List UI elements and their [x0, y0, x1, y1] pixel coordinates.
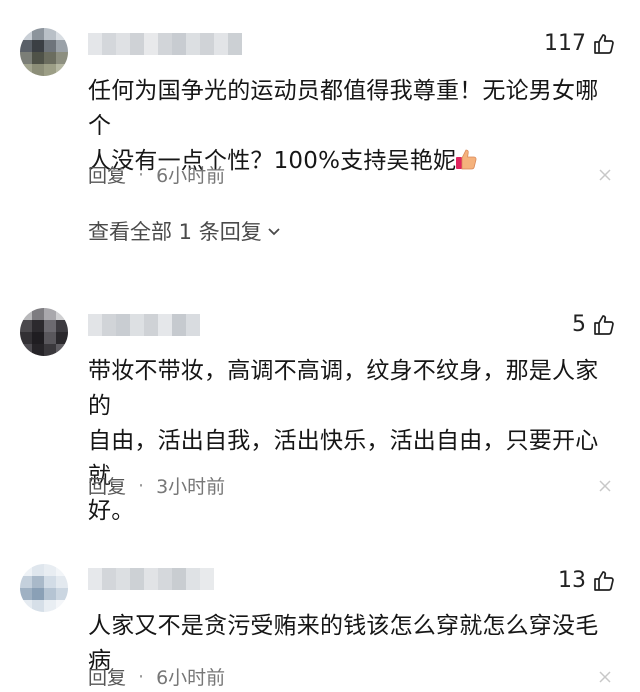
like-count: 117	[544, 31, 586, 56]
comment-text: 带妆不带妆，高调不高调，纹身不纹身，那是人家的 自由，活出自我，活出快乐，活出自…	[88, 354, 618, 529]
like-count: 5	[572, 312, 586, 337]
comment-meta: 回复 · 6小时前	[88, 663, 225, 690]
reply-button[interactable]: 回复	[88, 472, 126, 499]
thumbs-up-icon	[594, 33, 614, 54]
username-blurred[interactable]	[88, 568, 214, 590]
username-blurred[interactable]	[88, 314, 200, 336]
comment-line: 任何为国争光的运动员都值得我尊重！无论男女哪个	[88, 78, 599, 139]
timestamp: 3小时前	[156, 476, 226, 498]
separator-dot: ·	[138, 474, 145, 497]
thumbs-up-icon	[594, 314, 614, 335]
comment-item: 13 人家又不是贪污受贿来的钱该怎么穿就怎么穿没毛病 回复 · 6小时前	[0, 548, 640, 692]
view-all-replies-label: 查看全部 1 条回复	[88, 220, 262, 244]
avatar[interactable]	[20, 28, 68, 76]
timestamp: 6小时前	[156, 165, 226, 187]
like-button[interactable]: 5	[572, 312, 616, 337]
thumbs-up-icon	[594, 570, 614, 591]
timestamp: 6小时前	[156, 667, 226, 689]
avatar[interactable]	[20, 308, 68, 356]
comment-line: 带妆不带妆，高调不高调，纹身不纹身，那是人家的	[88, 358, 599, 419]
comment-item: 5 带妆不带妆，高调不高调，纹身不纹身，那是人家的 自由，活出自我，活出快乐，活…	[0, 290, 640, 524]
like-button[interactable]: 117	[544, 31, 616, 56]
separator-dot: ·	[138, 163, 145, 186]
comment-line: 好。	[88, 498, 135, 524]
separator-dot: ·	[138, 665, 145, 688]
view-all-replies-button[interactable]: 查看全部 1 条回复	[88, 216, 282, 246]
like-count: 13	[558, 568, 586, 593]
chevron-down-icon	[268, 228, 280, 236]
reply-button[interactable]: 回复	[88, 663, 126, 690]
avatar[interactable]	[20, 564, 68, 612]
comment-meta: 回复 · 3小时前	[88, 472, 225, 499]
close-icon[interactable]	[598, 168, 612, 182]
comment-item: 117 任何为国争光的运动员都值得我尊重！无论男女哪个 人没有一点个性？100%…	[0, 0, 640, 260]
comment-meta: 回复 · 6小时前	[88, 161, 225, 188]
username-blurred[interactable]	[88, 33, 242, 55]
like-button[interactable]: 13	[558, 568, 616, 593]
close-icon[interactable]	[598, 479, 612, 493]
close-icon[interactable]	[598, 670, 612, 684]
thumbs-up-emoji-icon	[456, 149, 477, 170]
reply-button[interactable]: 回复	[88, 161, 126, 188]
